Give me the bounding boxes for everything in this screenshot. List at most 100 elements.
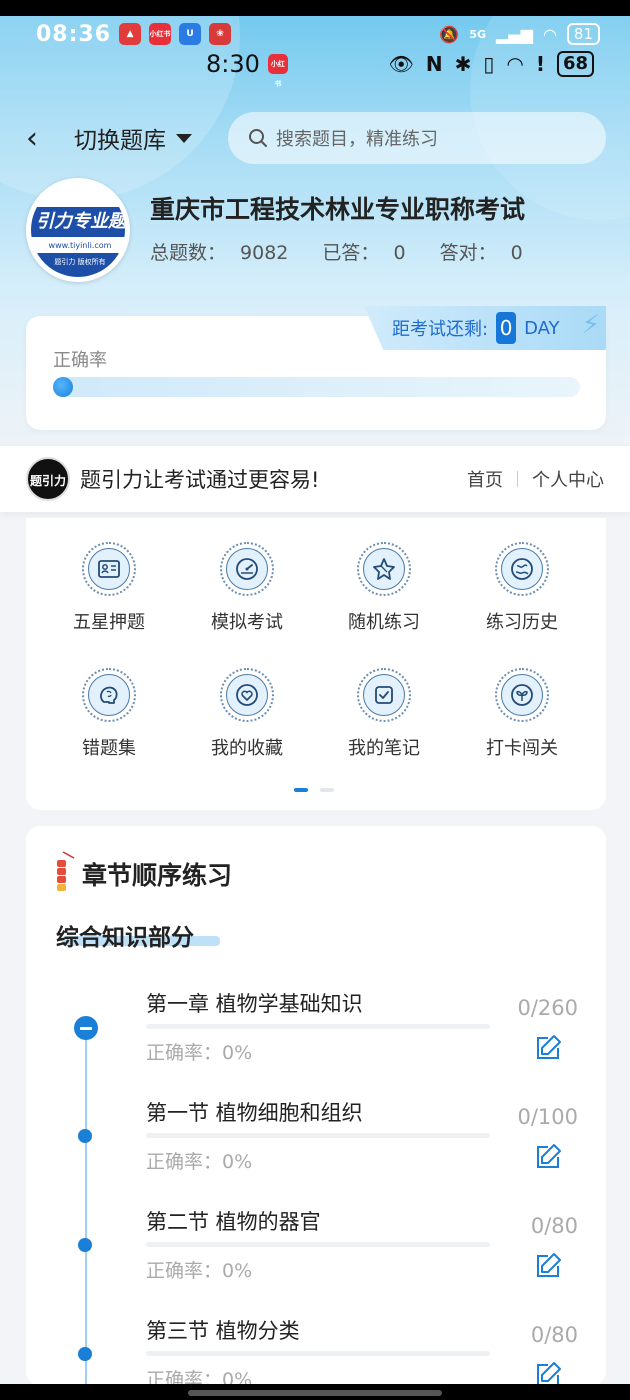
grid-item-five-star[interactable]: 五星押题 [39,542,179,634]
heart-icon [236,684,258,706]
history-icon [511,558,533,580]
logo-footer: 题引力 版权所有 [31,253,125,277]
chapter-row[interactable]: 第一章 植物学基础知识 正确率：0% 0/260 [26,988,606,1098]
page-indicator [294,788,334,792]
profile-link[interactable]: 个人中心 [532,466,604,492]
wifi-icon: ◠ [506,52,524,76]
grid-label: 随机练习 [348,612,420,633]
bank-stats: 总题数： 9082 已答： 0 答对： 0 [150,238,551,265]
promo-banner: 题引力 题引力让考试通过更容易! 首页 个人中心 [0,446,630,512]
signal-icon: ▂▄▆ [496,24,533,44]
grid-label: 练习历史 [486,612,558,633]
wifi-icon: ◠ [542,24,557,44]
inner-app-badge: 小红书 [267,54,288,88]
page-dot-active[interactable] [294,788,308,792]
lightning-icon: ⚡ [581,310,600,340]
timeline-node [78,1238,92,1252]
grid-label: 我的收藏 [211,738,283,759]
section-title: 综合知识部分 [56,925,194,951]
firecracker-icon [57,851,75,891]
id-card-icon [98,560,120,578]
back-button[interactable]: ‹ [26,121,56,156]
accuracy-card: 距考试还剩: 0 DAY ⚡ 正确率 [26,306,606,430]
grid-label: 我的笔记 [348,738,420,759]
chapter-accuracy: 正确率：0% [146,1042,253,1064]
chapter-count: 0/260 [517,996,578,1020]
home-link[interactable]: 首页 [467,466,503,492]
note-check-icon [375,686,393,704]
top-navigation: ‹ 切换题库 搜索题目，精准练习 [0,110,630,166]
feature-grid: 五星押题 模拟考试 随机练习 练习历史 错题集 我的收藏 我的笔记 打卡闯关 [26,518,606,810]
edit-icon[interactable] [534,1032,564,1062]
home-indicator[interactable] [188,1390,442,1396]
total-questions: 总题数： 9082 [150,242,289,264]
gauge-icon [236,558,258,580]
edit-icon[interactable] [534,1250,564,1280]
switch-bank-dropdown[interactable]: 切换题库 [74,121,192,155]
correct-count: 答对： 0 [439,242,523,264]
grid-item-checkin[interactable]: 打卡闯关 [452,668,592,760]
bluetooth-icon: ✱ [454,52,472,76]
accuracy-progress-bar [53,377,580,397]
chapter-row[interactable]: 第三节 植物分类 正确率：0% 0/80 [26,1315,606,1386]
chapter-practice-title: 章节顺序练习 [82,861,233,890]
chapter-count: 0/80 [530,1214,578,1238]
top-black-bar [0,0,630,16]
question-bank-header: 引力专业题 www.tiyinli.com 题引力 版权所有 重庆市工程技术林业… [26,178,606,282]
status-time: 08:36 [36,21,112,47]
alert-icon: ! [535,52,545,76]
inner-status-time: 8:30 [206,50,260,78]
timeline-node [78,1347,92,1361]
search-input[interactable]: 搜索题目，精准练习 [228,112,606,164]
battery-indicator: 81 [566,23,600,45]
divider [517,471,518,487]
signal-5g-label: 5G [469,27,487,41]
chapter-progress-bar [146,1024,490,1029]
grid-label: 打卡闯关 [486,738,558,759]
notification-app-icon: U [179,23,202,45]
vibrate-icon: ▯ [483,52,495,76]
accuracy-label: 正确率 [53,350,107,371]
grid-item-history[interactable]: 练习历史 [452,542,592,634]
sprout-icon [511,684,533,706]
chapter-title: 第二节 植物的器官 [146,1210,321,1234]
notification-app-icon: ▲ [119,23,142,45]
chapter-title: 第一章 植物学基础知识 [146,992,363,1016]
chapter-accuracy: 正确率：0% [146,1260,253,1282]
bank-logo: 引力专业题 www.tiyinli.com 题引力 版权所有 [26,178,130,282]
bank-title: 重庆市工程技术林业专业职称考试 [150,195,526,224]
promo-links: 首页 个人中心 [467,466,604,492]
edit-icon[interactable] [534,1359,564,1386]
chapter-progress-bar [146,1351,490,1356]
collapse-icon[interactable] [74,1016,98,1040]
chapter-row[interactable]: 第一节 植物细胞和组织 正确率：0% 0/100 [26,1097,606,1207]
grid-item-favorites[interactable]: 我的收藏 [177,668,317,760]
progress-knob [53,377,73,397]
edit-icon[interactable] [534,1141,564,1171]
eye-icon: 👁 [388,52,414,76]
grid-item-notes[interactable]: 我的笔记 [314,668,454,760]
chapter-title: 第三节 植物分类 [146,1319,300,1343]
logo-url: www.tiyinli.com [48,241,112,250]
logo-text: 引力专业题 [31,207,125,237]
page-dot[interactable] [320,788,334,792]
promo-logo: 题引力 [26,457,70,501]
chapter-count: 0/80 [530,1323,578,1347]
chapter-progress-bar [146,1133,490,1138]
mute-icon: 🔕 [439,24,460,44]
switch-bank-label: 切换题库 [74,128,166,154]
random-star-icon [373,558,395,580]
chapter-count: 0/100 [517,1105,578,1129]
notification-app-icon: 小红书 [149,23,172,45]
grid-item-wrong-questions[interactable]: 错题集 [39,668,179,760]
timeline-node [78,1129,92,1143]
brain-icon [100,686,118,704]
promo-slogan: 题引力让考试通过更容易! [80,468,320,492]
grid-item-random-practice[interactable]: 随机练习 [314,542,454,634]
search-icon [249,129,267,147]
countdown-unit: DAY [524,317,560,339]
chapter-row[interactable]: 第二节 植物的器官 正确率：0% 0/80 [26,1206,606,1316]
grid-item-mock-exam[interactable]: 模拟考试 [177,542,317,634]
grid-label: 错题集 [82,738,136,759]
grid-label: 模拟考试 [211,612,283,633]
